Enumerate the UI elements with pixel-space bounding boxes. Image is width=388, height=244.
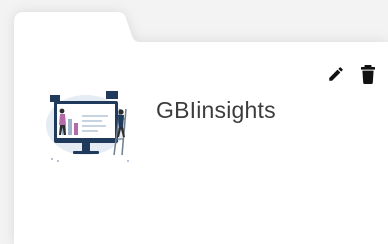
- app-stage: GBIinsights: [0, 0, 388, 244]
- edit-button[interactable]: [326, 64, 346, 84]
- app-thumbnail: [40, 85, 140, 167]
- app-card[interactable]: GBIinsights: [0, 0, 388, 244]
- delete-button[interactable]: [359, 64, 377, 84]
- edit-icon: [329, 67, 343, 81]
- app-title[interactable]: GBIinsights: [156, 97, 276, 124]
- dashboard-illustration-icon: [46, 91, 129, 162]
- trash-icon: [361, 64, 375, 84]
